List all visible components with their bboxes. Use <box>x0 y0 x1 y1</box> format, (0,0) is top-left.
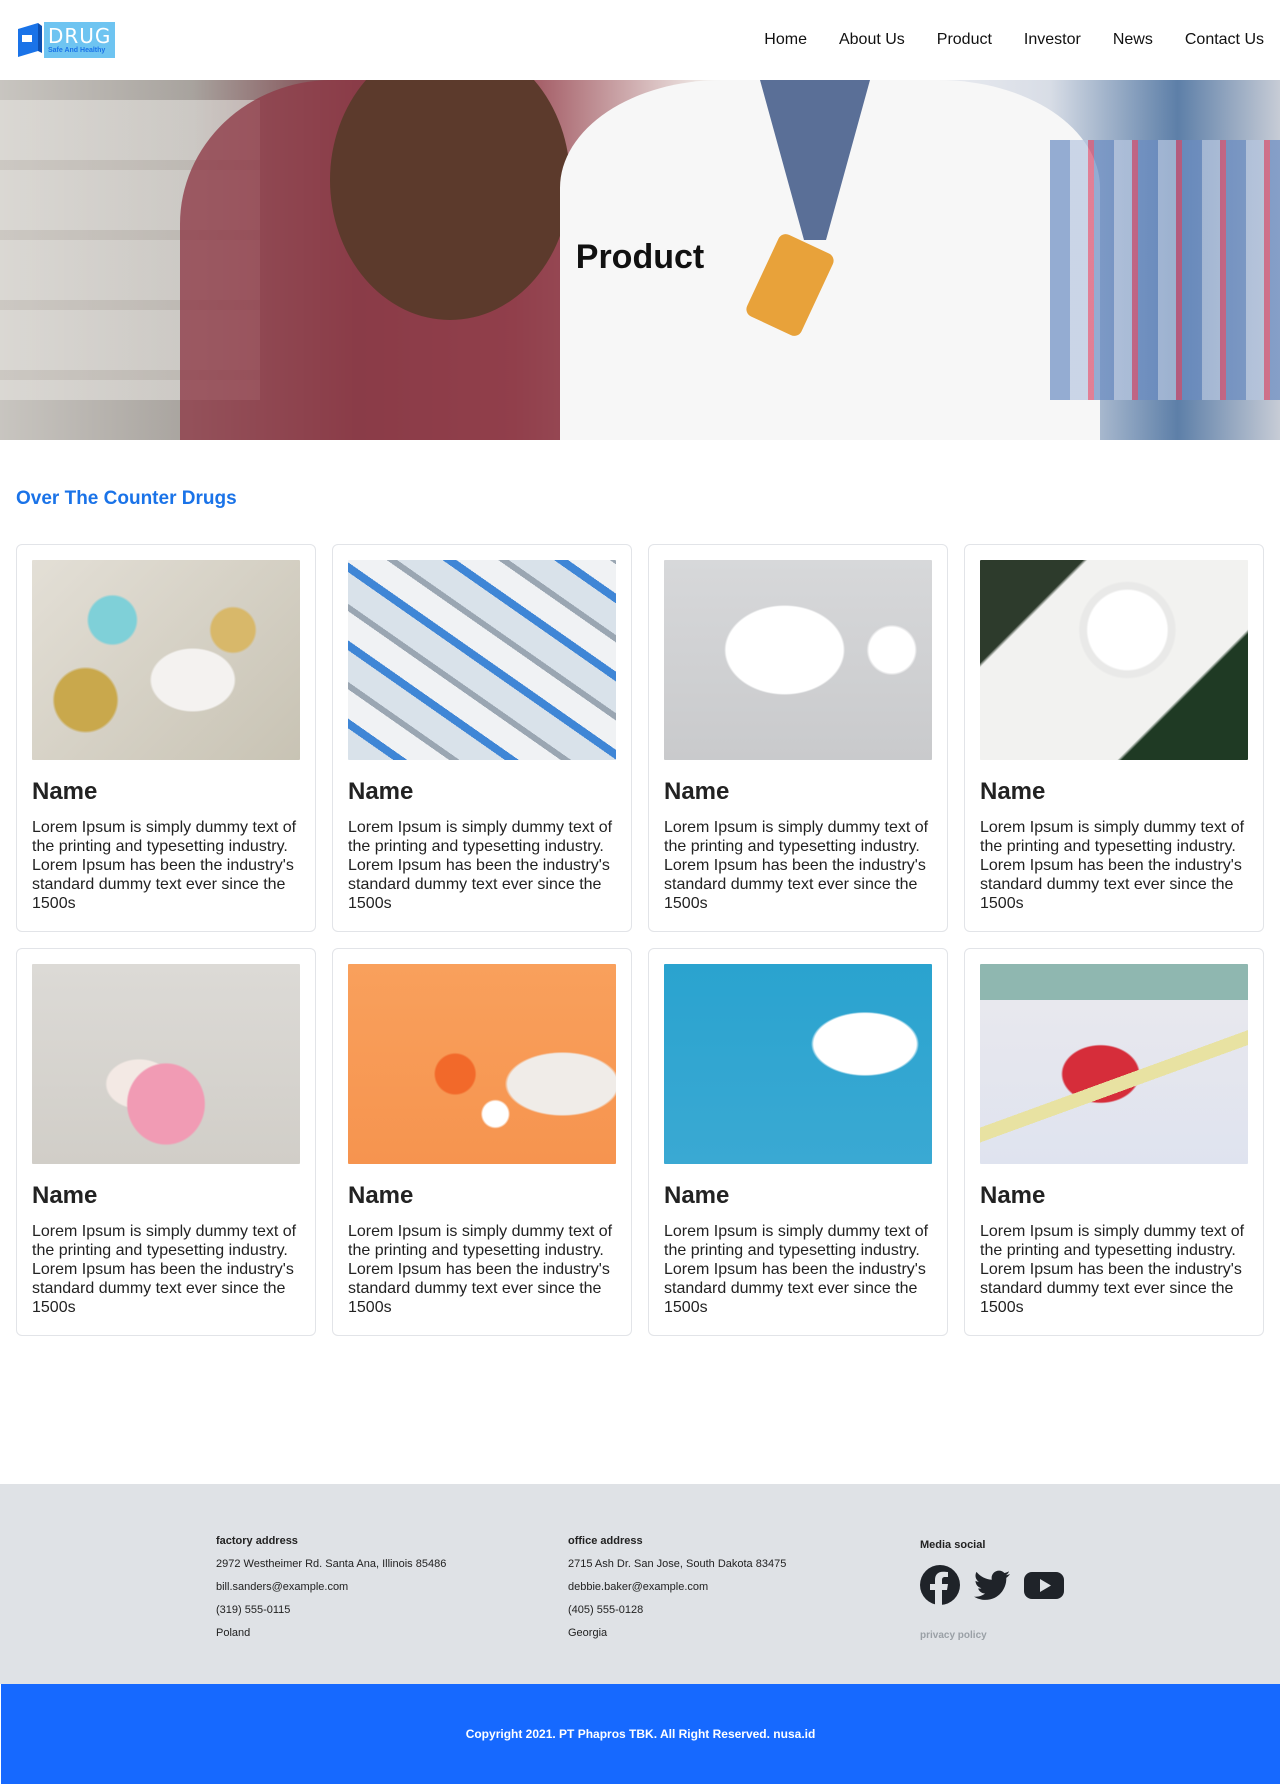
logo-icon <box>16 23 42 57</box>
factory-phone: (319) 555-0115 <box>216 1604 291 1616</box>
site-header: DRUG Safe And Healthy Home About Us Prod… <box>0 0 1280 80</box>
product-name: Name <box>348 1182 414 1209</box>
copyright-text: Copyright 2021. PT Phapros TBK. All Righ… <box>465 1727 816 1741</box>
nav-news[interactable]: News <box>1113 31 1153 49</box>
product-name: Name <box>348 778 414 805</box>
product-image <box>664 964 932 1164</box>
product-card[interactable]: Name Lorem Ipsum is simply dummy text of… <box>16 948 316 1336</box>
office-address-block: office address 2715 Ash Dr. San Jose, So… <box>568 1530 786 1645</box>
factory-address-block: factory address 2972 Westheimer Rd. Sant… <box>216 1530 446 1645</box>
nav-about-us[interactable]: About Us <box>839 31 905 49</box>
main-nav: Home About Us Product Investor News Cont… <box>764 31 1264 49</box>
product-card[interactable]: Name Lorem Ipsum is simply dummy text of… <box>964 948 1264 1336</box>
brand-tagline: Safe And Healthy <box>48 46 106 54</box>
facebook-icon[interactable] <box>920 1565 960 1614</box>
site-footer: factory address 2972 Westheimer Rd. Sant… <box>0 1484 1280 1684</box>
factory-country: Poland <box>216 1627 251 1639</box>
social-heading: Media social <box>920 1539 986 1551</box>
product-card[interactable]: Name Lorem Ipsum is simply dummy text of… <box>332 544 632 932</box>
product-card[interactable]: Name Lorem Ipsum is simply dummy text of… <box>648 948 948 1336</box>
product-name: Name <box>32 778 98 805</box>
product-description: Lorem Ipsum is simply dummy text of the … <box>32 819 297 912</box>
product-image <box>32 964 300 1164</box>
office-country: Georgia <box>568 1627 608 1639</box>
product-grid: Name Lorem Ipsum is simply dummy text of… <box>16 544 1264 1336</box>
office-heading: office address <box>568 1535 643 1547</box>
product-card[interactable]: Name Lorem Ipsum is simply dummy text of… <box>332 948 632 1336</box>
product-description: Lorem Ipsum is simply dummy text of the … <box>348 819 613 912</box>
product-image <box>348 560 616 760</box>
logo[interactable]: DRUG Safe And Healthy <box>16 20 116 60</box>
youtube-icon[interactable] <box>1024 1565 1064 1614</box>
nav-contact-us[interactable]: Contact Us <box>1185 31 1264 49</box>
product-image <box>664 560 932 760</box>
product-image <box>32 560 300 760</box>
product-card[interactable]: Name Lorem Ipsum is simply dummy text of… <box>648 544 948 932</box>
product-description: Lorem Ipsum is simply dummy text of the … <box>664 819 929 912</box>
hero-title: Product <box>575 238 705 276</box>
factory-address: 2972 Westheimer Rd. Santa Ana, Illinois … <box>216 1558 447 1570</box>
product-name: Name <box>980 778 1046 805</box>
copyright-bar: Copyright 2021. PT Phapros TBK. All Righ… <box>1 1684 1280 1784</box>
product-description: Lorem Ipsum is simply dummy text of the … <box>664 1223 929 1316</box>
office-email[interactable]: debbie.baker@example.com <box>568 1576 786 1599</box>
nav-investor[interactable]: Investor <box>1024 31 1081 49</box>
nav-product[interactable]: Product <box>937 31 992 49</box>
nav-home[interactable]: Home <box>764 31 807 49</box>
product-name: Name <box>664 1182 730 1209</box>
product-image <box>348 964 616 1164</box>
product-description: Lorem Ipsum is simply dummy text of the … <box>32 1223 297 1316</box>
office-address: 2715 Ash Dr. San Jose, South Dakota 8347… <box>568 1558 787 1570</box>
product-description: Lorem Ipsum is simply dummy text of the … <box>980 1223 1245 1316</box>
brand-name: DRUG <box>48 23 112 48</box>
logo-box: DRUG Safe And Healthy <box>44 22 116 58</box>
privacy-policy-link[interactable]: privacy policy <box>920 1624 1064 1647</box>
product-name: Name <box>32 1182 98 1209</box>
twitter-icon[interactable] <box>972 1565 1012 1614</box>
factory-email[interactable]: bill.sanders@example.com <box>216 1576 446 1599</box>
product-image <box>980 560 1248 760</box>
product-name: Name <box>664 778 730 805</box>
social-block: Media social privacy policy <box>920 1534 1064 1647</box>
product-description: Lorem Ipsum is simply dummy text of the … <box>348 1223 613 1316</box>
section-title: Over The Counter Drugs <box>16 488 237 509</box>
product-description: Lorem Ipsum is simply dummy text of the … <box>980 819 1245 912</box>
product-card[interactable]: Name Lorem Ipsum is simply dummy text of… <box>16 544 316 932</box>
social-links <box>920 1565 1064 1614</box>
office-phone: (405) 555-0128 <box>568 1604 644 1616</box>
product-card[interactable]: Name Lorem Ipsum is simply dummy text of… <box>964 544 1264 932</box>
factory-heading: factory address <box>216 1535 298 1547</box>
product-name: Name <box>980 1182 1046 1209</box>
product-image <box>980 964 1248 1164</box>
